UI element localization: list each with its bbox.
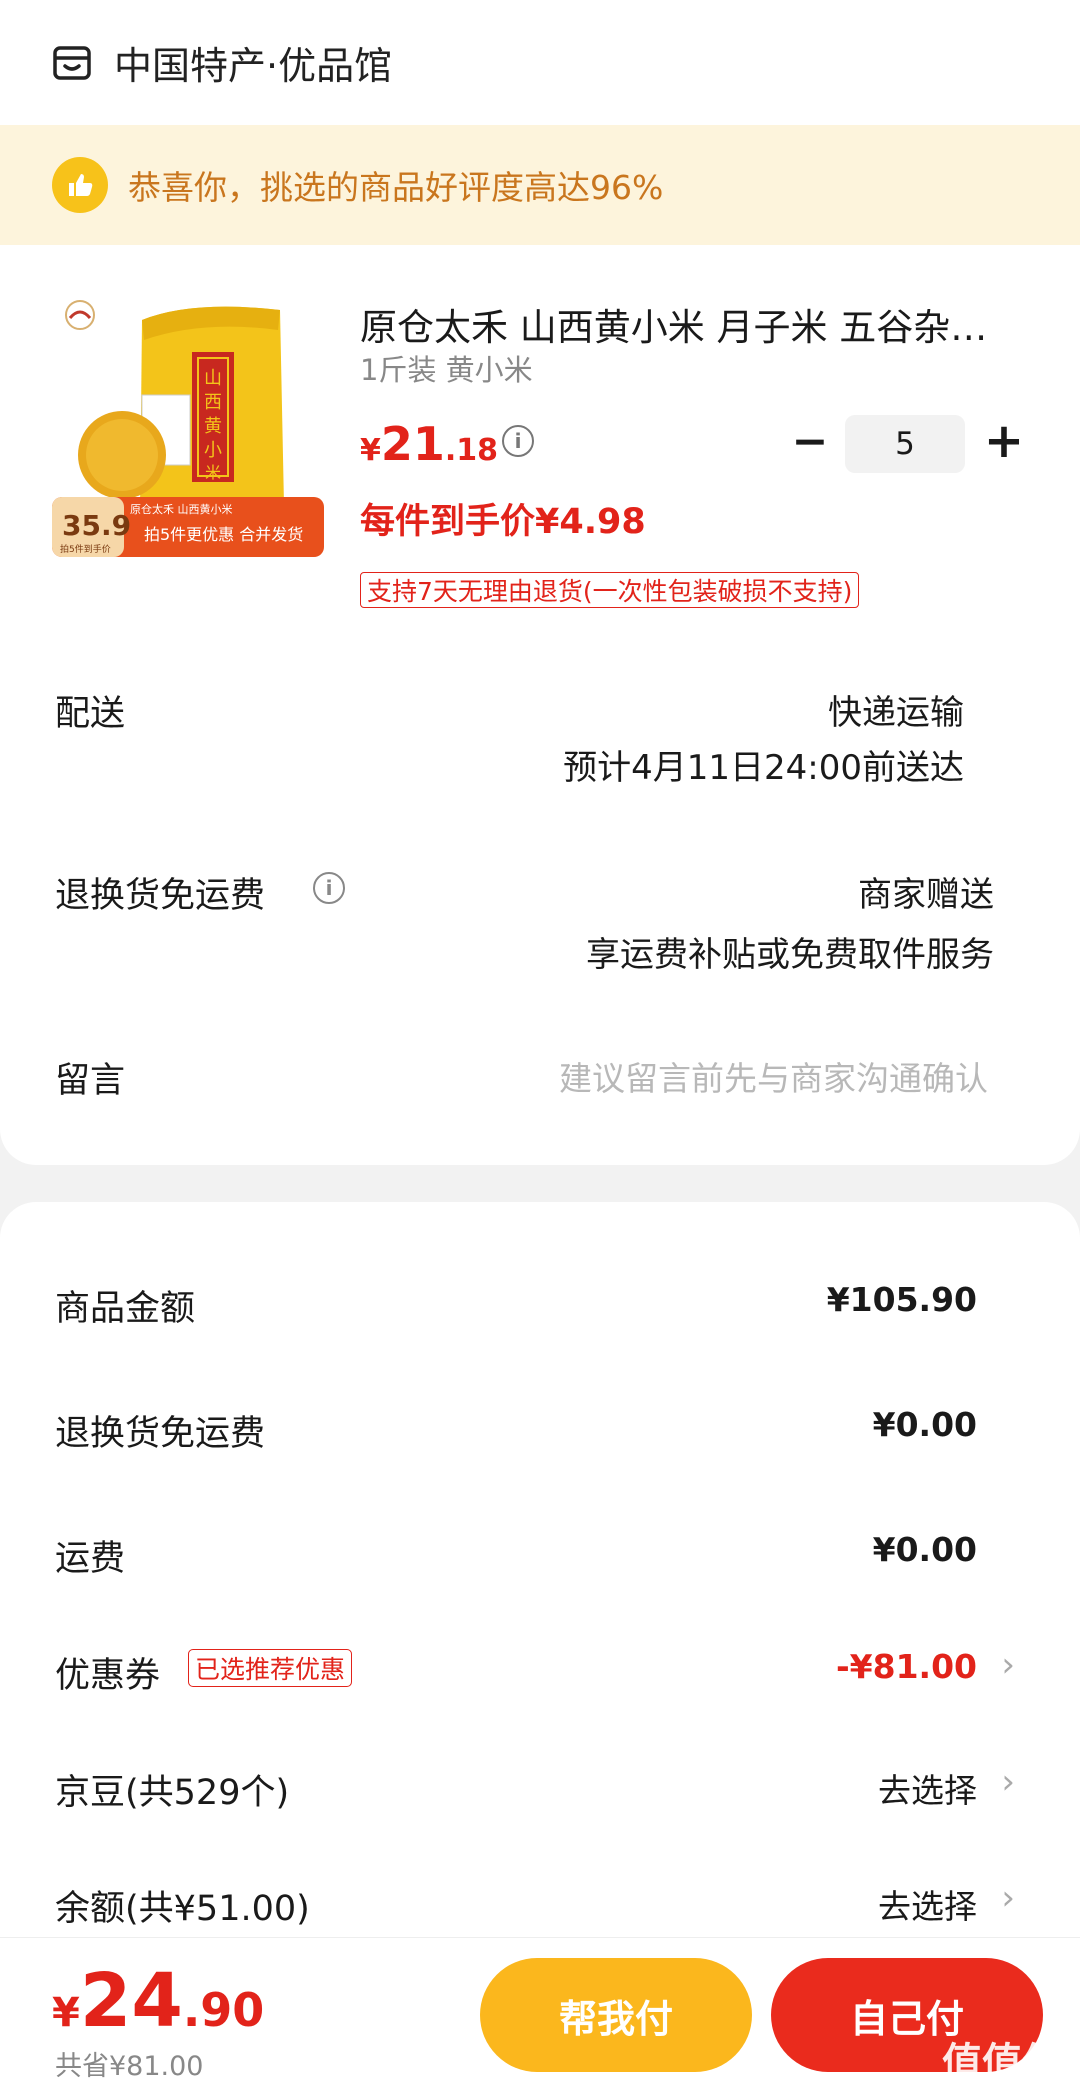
jingdou-label[interactable]: 京豆(共529个) [55, 1764, 289, 1815]
product-image[interactable]: 山 西 黄 小 米 35.9 拍5件到手价 原仓太禾 山西黄小米 拍5件更优惠 … [52, 290, 324, 562]
product-title[interactable]: 原仓太禾 山西黄小米 月子米 五谷杂粮 小米粥 [360, 297, 1020, 351]
store-name: 中国特产·优品馆 [114, 44, 393, 88]
price-decimal: .18 [444, 433, 499, 468]
goods-amount-label: 商品金额 [55, 1289, 196, 1329]
svg-text:35.9: 35.9 [62, 509, 131, 542]
return-fee-value: ¥0.00 [872, 1405, 977, 1444]
delivery-label: 配送 [55, 694, 126, 734]
order-card: 山 西 黄 小 米 35.9 拍5件到手价 原仓太禾 山西黄小米 拍5件更优惠 … [0, 245, 1080, 1165]
remark-input[interactable]: 建议留言前先与商家沟通确认 [559, 1052, 988, 1100]
return-shipping-desc: 享运费补贴或免费取件服务 [586, 935, 994, 975]
quantity-input[interactable]: 5 [845, 415, 965, 473]
price-integer: 21 [380, 417, 445, 471]
product-price: ¥21.18 [360, 417, 498, 471]
checkout-bar: ¥24.90 共省¥81.00 帮我付 自己付 [0, 1937, 1080, 2091]
shop-icon [53, 45, 91, 80]
svg-text:西: 西 [204, 392, 222, 413]
svg-text:小: 小 [204, 440, 222, 461]
quantity-increase-button[interactable]: + [982, 413, 1026, 469]
banner-text: 恭喜你，挑选的商品好评度高达96% [128, 168, 664, 207]
coupon-value[interactable]: -¥81.00 [836, 1647, 977, 1686]
delivery-eta[interactable]: 预计4月11日24:00前送达 [563, 740, 964, 789]
thumbs-up-icon [52, 157, 108, 213]
unit-price: 每件到手价¥4.98 [360, 502, 646, 542]
svg-text:米: 米 [205, 463, 221, 482]
coupon-chevron-icon[interactable]: › [1001, 1645, 1015, 1685]
help-pay-button[interactable]: 帮我付 [480, 1958, 752, 2072]
total-price: ¥24.90 [52, 1958, 264, 2044]
svg-text:原仓太禾 山西黄小米: 原仓太禾 山西黄小米 [130, 502, 233, 516]
svg-text:拍5件到手价: 拍5件到手价 [60, 543, 111, 555]
return-shipping-info-icon[interactable]: i [313, 872, 345, 904]
return-fee-label: 退换货免运费 [55, 1414, 266, 1454]
quantity-decrease-button[interactable]: − [790, 416, 830, 467]
return-shipping-value: 商家赠送 [858, 875, 994, 915]
shipping-fee-label: 运费 [55, 1539, 126, 1579]
saved-amount: 共省¥81.00 [55, 2051, 204, 2082]
return-policy-tag: 支持7天无理由退货(一次性包装破损不支持) [360, 572, 860, 608]
shipping-fee-value: ¥0.00 [872, 1530, 977, 1569]
goods-amount-value: ¥105.90 [826, 1280, 977, 1319]
balance-select[interactable]: 去选择 [878, 1880, 977, 1928]
svg-text:山: 山 [204, 368, 222, 389]
balance-chevron-icon[interactable]: › [1001, 1878, 1015, 1918]
total-symbol: ¥ [52, 1990, 80, 2036]
jingdou-chevron-icon[interactable]: › [1001, 1762, 1015, 1802]
total-decimal: .90 [182, 1983, 265, 2037]
watermark-logo: 值值值 [942, 2040, 1062, 2086]
coupon-label[interactable]: 优惠券 [55, 1647, 160, 1698]
jingdou-select[interactable]: 去选择 [878, 1764, 977, 1812]
price-symbol: ¥ [360, 433, 381, 468]
store-header[interactable]: 中国特产·优品馆 [0, 0, 1080, 125]
svg-text:拍5件更优惠 合并发货: 拍5件更优惠 合并发货 [144, 525, 303, 544]
remark-label: 留言 [55, 1061, 126, 1101]
delivery-method[interactable]: 快递运输 [828, 685, 964, 734]
return-shipping-label: 退换货免运费 [55, 876, 266, 916]
total-integer: 24 [79, 1958, 183, 2044]
svg-text:黄: 黄 [204, 416, 222, 437]
balance-label[interactable]: 余额(共¥51.00) [55, 1880, 310, 1931]
price-info-icon[interactable]: i [502, 425, 534, 457]
rating-banner: 恭喜你，挑选的商品好评度高达96% [0, 125, 1080, 245]
product-spec[interactable]: 1斤装 黄小米 [360, 347, 533, 389]
coupon-tag: 已选推荐优惠 [188, 1649, 353, 1687]
